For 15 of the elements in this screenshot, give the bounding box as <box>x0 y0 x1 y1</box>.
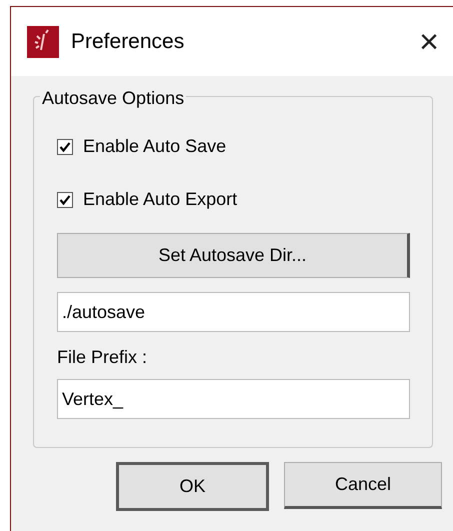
checkbox-label: Enable Auto Save <box>83 135 226 158</box>
checkbox[interactable] <box>57 138 73 154</box>
prefix-field[interactable]: Vertex_ <box>57 379 410 419</box>
prefix-label: File Prefix : <box>57 346 148 369</box>
app-icon <box>27 26 59 58</box>
directory-field[interactable]: ./autosave <box>57 292 410 332</box>
ok-button[interactable]: OK <box>116 462 269 511</box>
set-directory-button[interactable]: Set Autosave Dir... <box>57 233 410 278</box>
window-title: Preferences <box>71 28 184 55</box>
checkbox[interactable] <box>57 192 73 208</box>
checkmark-icon <box>59 140 71 152</box>
close-button[interactable]: × <box>419 24 439 58</box>
checkmark-icon <box>59 194 71 206</box>
cancel-button[interactable]: Cancel <box>284 462 442 509</box>
checkbox-label: Enable Auto Export <box>83 188 238 211</box>
